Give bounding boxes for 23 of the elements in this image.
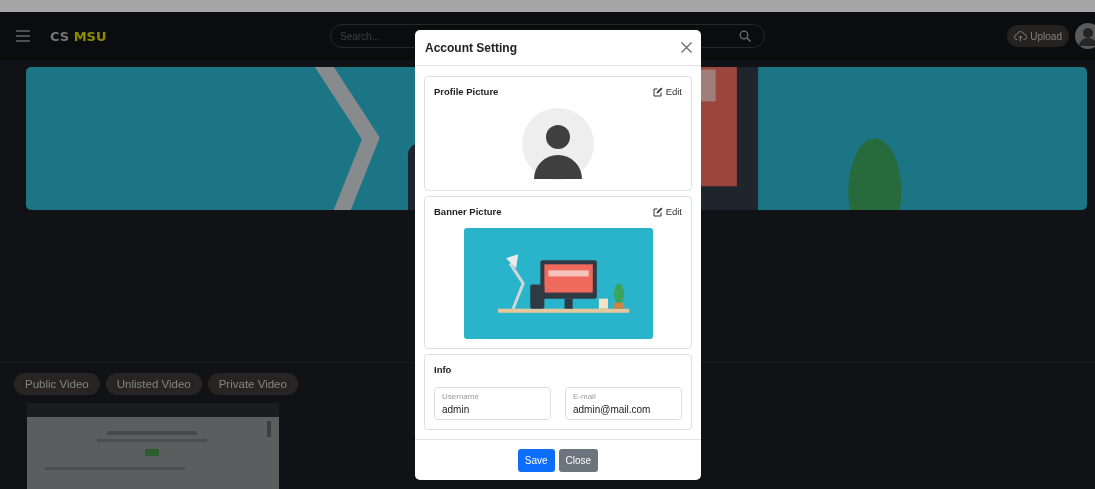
close-button[interactable]: Close	[558, 448, 599, 472]
video-tab[interactable]: Private Video	[207, 373, 298, 395]
edit-button[interactable]: Edit	[652, 206, 682, 217]
dialog-title: Account Setting	[425, 40, 517, 55]
search-icon[interactable]	[739, 30, 751, 42]
video-tab[interactable]: Public Video	[14, 373, 100, 395]
upload-button[interactable]: Upload	[1007, 25, 1069, 47]
video-tab[interactable]: Unlisted Video	[105, 373, 202, 395]
avatar-placeholder-icon	[522, 108, 594, 180]
field-label: E-mail	[573, 392, 596, 401]
edit-button[interactable]: Edit	[652, 86, 682, 97]
menu-icon[interactable]	[16, 30, 30, 42]
section-title: Info	[434, 364, 452, 375]
cloud-upload-icon	[1014, 30, 1028, 42]
avatar-icon[interactable]	[1075, 23, 1095, 49]
section-title: Profile Picture	[434, 86, 499, 97]
save-button[interactable]: Save	[517, 448, 555, 472]
edit-icon	[652, 206, 663, 217]
edit-icon	[652, 86, 663, 97]
section-title: Banner Picture	[434, 206, 502, 217]
logo[interactable]: CS MSU	[50, 28, 107, 44]
close-icon[interactable]	[681, 42, 692, 53]
field-label: Username	[442, 392, 479, 401]
